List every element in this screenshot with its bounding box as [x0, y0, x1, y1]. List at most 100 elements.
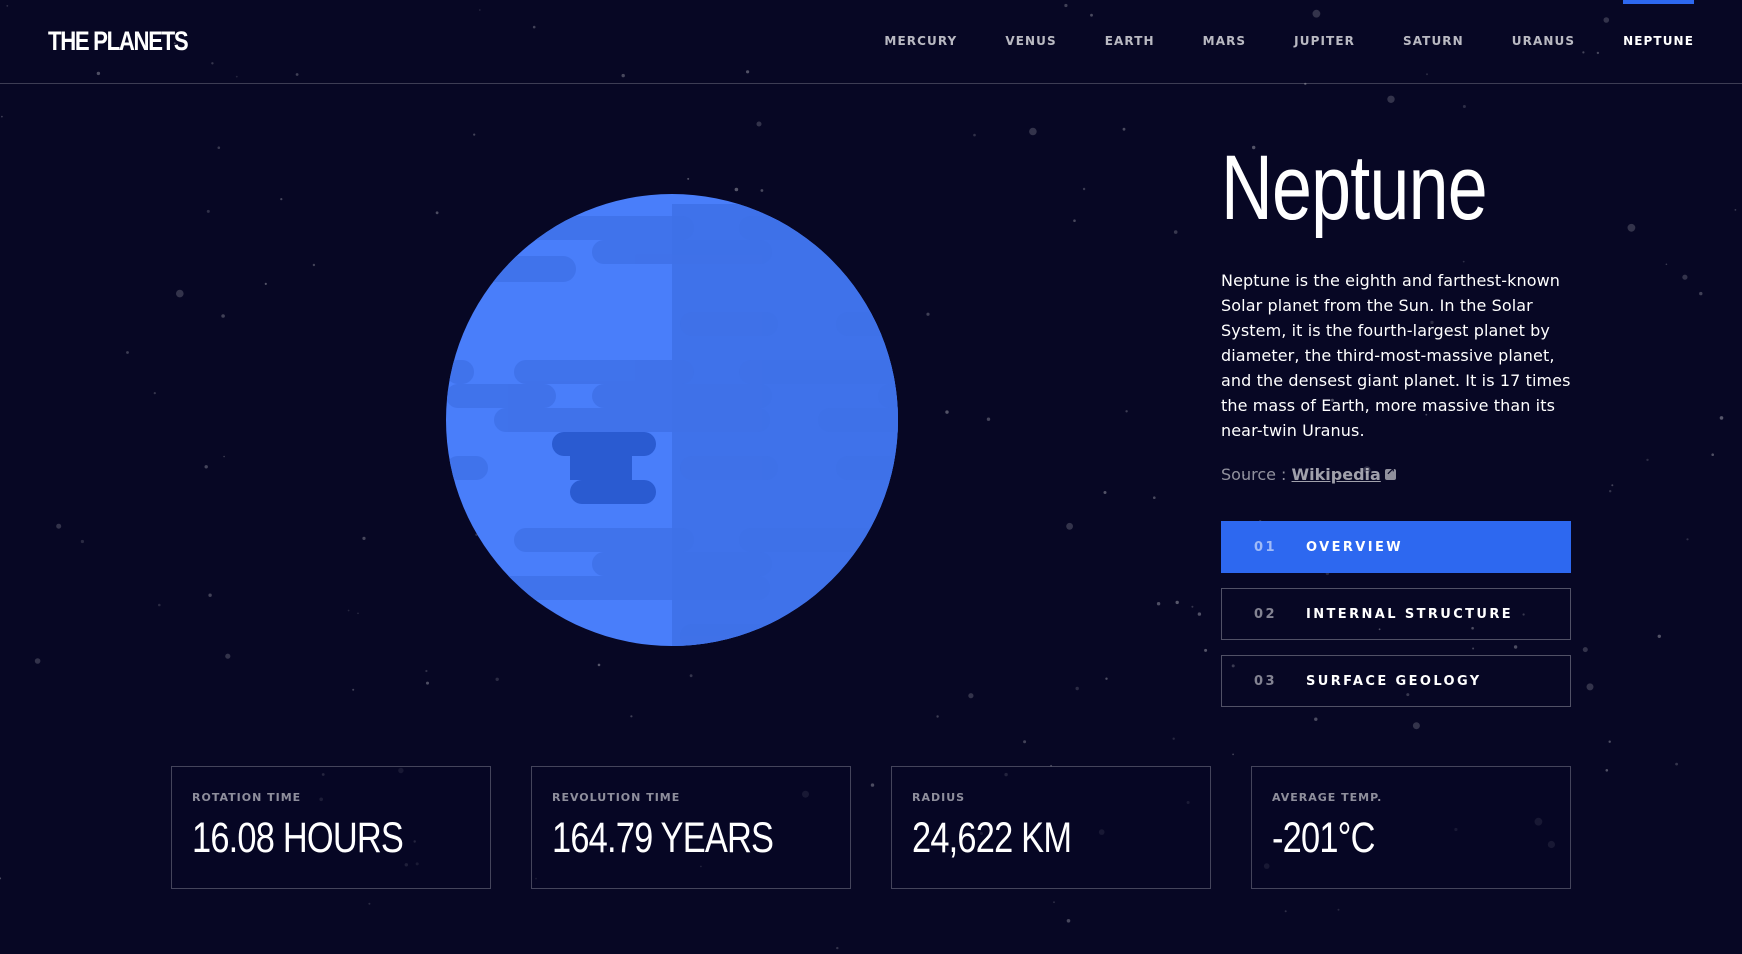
- star-dot: [689, 674, 693, 678]
- star-dot: [630, 715, 633, 718]
- star-dot: [1175, 600, 1179, 605]
- star-dot: [425, 669, 428, 673]
- star-dot: [1197, 612, 1202, 616]
- stat-value: -201°C: [1272, 814, 1375, 862]
- stat-card-radius: RADIUS 24,622 KM: [891, 766, 1211, 889]
- stat-label: REVOLUTION TIME: [552, 791, 681, 804]
- star-dot: [734, 187, 739, 192]
- star-dot: [1337, 908, 1340, 911]
- star-dot: [206, 209, 210, 213]
- stat-value: 24,622 KM: [912, 814, 1072, 862]
- star-dot: [347, 609, 350, 612]
- tab-label: INTERNAL STRUCTURE: [1306, 606, 1514, 622]
- star-dot: [1586, 683, 1594, 691]
- star-dot: [158, 603, 161, 607]
- star-dot: [80, 539, 84, 544]
- star-dot: [836, 946, 839, 950]
- nav-item-mars[interactable]: MARS: [1203, 0, 1247, 84]
- tab-number: 01: [1254, 539, 1277, 555]
- star-dot: [1582, 647, 1588, 653]
- tab-internal-structure[interactable]: 02 INTERNAL STRUCTURE: [1221, 588, 1571, 640]
- star-dot: [760, 189, 764, 192]
- star-dot: [1232, 753, 1234, 756]
- star-dot: [1719, 416, 1724, 420]
- star-dot: [1125, 410, 1128, 413]
- nav-item-uranus[interactable]: URANUS: [1512, 0, 1575, 84]
- nav-item-neptune[interactable]: NEPTUNE: [1623, 0, 1694, 84]
- nav-item-venus[interactable]: VENUS: [1005, 0, 1056, 84]
- nav-item-jupiter[interactable]: JUPITER: [1294, 0, 1355, 84]
- nav-item-saturn[interactable]: SATURN: [1403, 0, 1464, 84]
- star-dot: [1609, 490, 1612, 493]
- star-dot: [968, 693, 974, 699]
- planet-view-tabs: 01 OVERVIEW 02 INTERNAL STRUCTURE 03 SUR…: [1221, 521, 1571, 722]
- stat-label: ROTATION TIME: [192, 791, 302, 804]
- star-dot: [1029, 127, 1037, 136]
- star-dot: [495, 677, 499, 681]
- star-dot: [1412, 722, 1420, 730]
- star-dot: [986, 417, 991, 421]
- star-dot: [280, 198, 283, 201]
- star-dot: [1073, 219, 1076, 222]
- star-dot: [945, 410, 949, 414]
- star-dot: [362, 536, 366, 541]
- nav-item-earth[interactable]: EARTH: [1105, 0, 1155, 84]
- star-dot: [223, 455, 225, 458]
- tab-surface-geology[interactable]: 03 SURFACE GEOLOGY: [1221, 655, 1571, 707]
- star-dot: [597, 663, 601, 667]
- star-dot: [1711, 453, 1714, 457]
- star-dot: [153, 392, 156, 395]
- star-dot: [1657, 634, 1662, 638]
- wikipedia-link[interactable]: Wikipedia: [1292, 465, 1381, 484]
- star-dot: [221, 314, 225, 318]
- star-dot: [1284, 910, 1287, 913]
- planet-description: Neptune is the eighth and farthest-known…: [1221, 271, 1571, 440]
- star-dot: [687, 177, 690, 180]
- stat-value: 164.79 YEARS: [552, 814, 774, 862]
- star-dot: [225, 653, 231, 659]
- star-dot: [1686, 538, 1689, 541]
- tab-label: SURFACE GEOLOGY: [1306, 673, 1482, 689]
- star-dot: [1462, 105, 1466, 108]
- tab-overview[interactable]: 01 OVERVIEW: [1221, 521, 1571, 573]
- star-dot: [1608, 740, 1611, 743]
- star-dot: [204, 465, 208, 469]
- star-dot: [1605, 769, 1609, 772]
- star-dot: [1699, 291, 1703, 296]
- star-dot: [34, 658, 41, 664]
- external-link-icon[interactable]: [1384, 465, 1396, 480]
- star-dot: [1, 115, 3, 118]
- star-dot: [357, 612, 359, 615]
- star-dot: [1122, 127, 1126, 131]
- star-dot: [1103, 491, 1107, 494]
- stat-card-temperature: AVERAGE TEMP. -201°C: [1251, 766, 1571, 889]
- star-dot: [1675, 762, 1678, 766]
- stat-label: RADIUS: [912, 791, 966, 804]
- star-dot: [1387, 95, 1395, 104]
- star-dot: [1734, 209, 1737, 211]
- star-dot: [1023, 740, 1027, 744]
- site-logo[interactable]: THE PLANETS: [48, 26, 189, 57]
- stat-label: AVERAGE TEMP.: [1272, 791, 1383, 804]
- star-dot: [1105, 677, 1108, 680]
- star-dot: [973, 133, 976, 137]
- star-dot: [1153, 496, 1156, 500]
- star-dot: [1191, 605, 1194, 608]
- star-dot: [352, 688, 355, 691]
- tab-number: 02: [1254, 606, 1277, 622]
- star-dot: [1066, 919, 1071, 923]
- star-dot: [1204, 648, 1208, 652]
- tab-number: 03: [1254, 673, 1277, 689]
- star-dot: [1066, 522, 1073, 530]
- star-dot: [264, 282, 267, 285]
- star-dot: [0, 877, 2, 880]
- star-dot: [1082, 187, 1086, 191]
- star-dot: [1627, 223, 1636, 232]
- star-dot: [1646, 458, 1649, 462]
- star-dot: [1682, 274, 1688, 280]
- star-dot: [56, 523, 62, 529]
- star-dot: [208, 593, 212, 597]
- star-dot: [368, 902, 371, 905]
- star-dot: [1665, 263, 1668, 266]
- nav-item-mercury[interactable]: MERCURY: [884, 0, 957, 84]
